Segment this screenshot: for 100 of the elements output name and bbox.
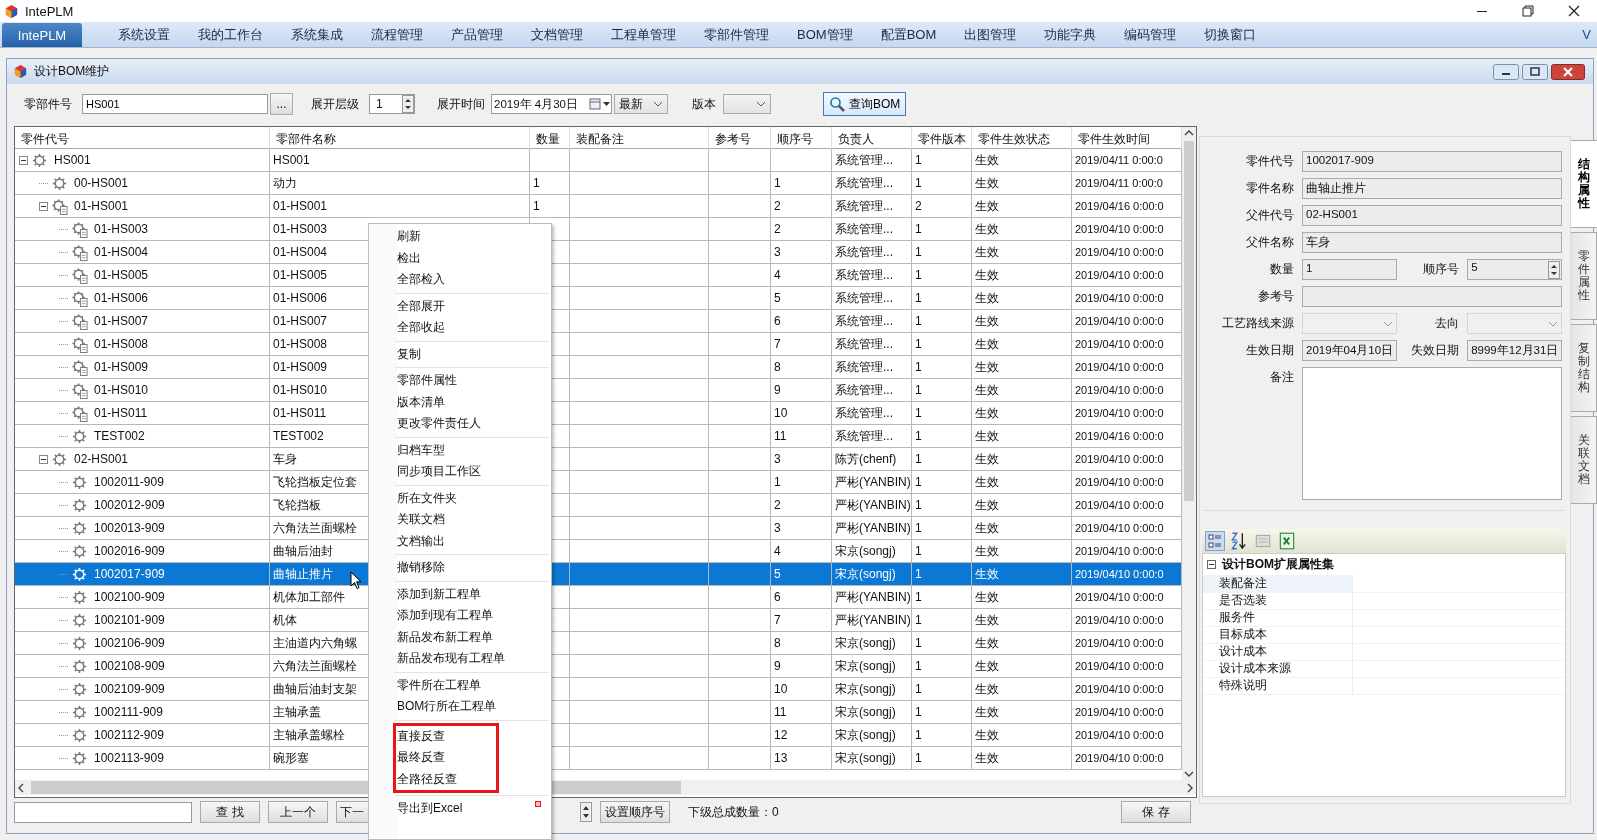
menu-tab[interactable]: IntePLM — [2, 23, 82, 47]
menu-tab[interactable]: 功能字典 — [1030, 22, 1111, 47]
side-tab[interactable]: 零件属性 — [1571, 232, 1597, 320]
gear-document-icon — [51, 197, 68, 215]
subassembly-count: 下级总成数量：0 — [688, 803, 779, 821]
gear-icon — [71, 473, 88, 491]
window-title: 设计BOM维护 — [34, 63, 110, 80]
table-row[interactable]: HS001 HS001 系统管理... 1 生效 2019/04/11 0:00:0 — [15, 149, 1182, 172]
gear-icon — [71, 657, 88, 675]
part-code: 1002100-909 — [94, 590, 165, 604]
scrollbar-thumb[interactable] — [1184, 141, 1194, 501]
part-number-field[interactable]: HS001 — [82, 94, 268, 114]
part-code: 01-HS010 — [94, 383, 149, 397]
part-code: 01-HS001 — [74, 199, 129, 213]
caret-icon — [756, 101, 766, 107]
menu-tab[interactable]: 工程单管理 — [597, 22, 690, 47]
menu-tab[interactable]: 编码管理 — [1110, 22, 1191, 47]
spin-arrows-icon[interactable] — [402, 95, 414, 113]
field-label: 零件名称 — [1245, 180, 1294, 197]
calendar-icon[interactable] — [589, 97, 611, 111]
app-logo-icon — [13, 64, 28, 79]
side-tab[interactable]: 结构属性 — [1571, 140, 1597, 228]
field-label: 零件代号 — [1245, 153, 1294, 170]
property-name: 装配备注 — [1203, 575, 1353, 593]
part-code: 1002113-909 — [94, 751, 164, 765]
text-field[interactable]: 8999年12月31日 — [1467, 340, 1563, 361]
gear-icon — [71, 749, 88, 767]
menu-tab[interactable]: 流程管理 — [357, 22, 437, 47]
gear-document-icon — [71, 404, 88, 422]
menu-tab[interactable]: 文档管理 — [517, 22, 597, 47]
menu-tab[interactable]: BOM管理 — [783, 22, 867, 47]
gear-icon — [71, 634, 88, 652]
previous-button[interactable]: 上一个 — [268, 801, 328, 823]
gear-document-icon — [71, 289, 88, 307]
menu-tab[interactable]: 配置BOM — [866, 22, 951, 47]
collapse-toggle[interactable] — [19, 155, 28, 165]
table-cell: 1 — [912, 747, 972, 770]
part-code: 1002108-909 — [94, 659, 165, 673]
set-order-button[interactable]: 设置顺序号 — [600, 801, 670, 823]
spreadsheet-icon[interactable] — [1277, 531, 1297, 551]
field-label: 参考号 — [1257, 288, 1294, 305]
query-button[interactable]: 查询BOM — [823, 92, 907, 116]
field-label: 去向 — [1434, 315, 1460, 332]
field-label: 工艺路线来源 — [1221, 315, 1294, 332]
table-cell: 13 — [771, 747, 832, 770]
menu-tab[interactable]: 系统设置 — [104, 22, 184, 47]
side-tab[interactable]: 关联文档 — [1571, 416, 1597, 504]
table-row[interactable]: 00-HS001 动力 1 1 系统管理... 1 生效 2019/04/11 0:00:0 — [15, 172, 1182, 195]
table-row[interactable]: 01-HS001 01-HS001 1 2 系统管理... 2 生效 2019/04/16 0:00:0 — [15, 195, 1182, 218]
field-label: 生效日期 — [1245, 342, 1294, 359]
table-cell: 生效 — [972, 747, 1072, 770]
find-button[interactable]: 查 找 — [200, 801, 260, 823]
gear-document-icon — [71, 220, 88, 238]
browse-button[interactable]: ... — [270, 93, 293, 115]
property-row[interactable]: 装配备注 — [1203, 575, 1566, 592]
menu-tab[interactable]: 产品管理 — [437, 22, 517, 47]
menu-tab[interactable]: 出图管理 — [950, 22, 1031, 47]
close-icon[interactable] — [1551, 63, 1585, 80]
menu-toggle[interactable]: V — [1582, 27, 1591, 42]
part-code: 1002016-909 — [94, 544, 165, 558]
text-field[interactable]: 1 — [1302, 259, 1398, 280]
menu-item[interactable]: 最终反查 — [396, 747, 496, 769]
part-code: 1002012-909 — [94, 498, 165, 512]
gear-icon — [71, 542, 88, 560]
text-field[interactable] — [1302, 286, 1563, 307]
text-field[interactable]: 02-HS001 — [1302, 205, 1563, 226]
spin-arrows-icon[interactable] — [580, 802, 592, 822]
text-field[interactable]: 2019年04月10日 — [1302, 340, 1398, 361]
field-label: 数量 — [1269, 261, 1294, 278]
part-code: 01-HS006 — [94, 291, 149, 305]
menu-tab[interactable]: 我的工作台 — [184, 22, 277, 47]
mode-dropdown[interactable]: 最新 — [614, 94, 668, 114]
part-code: 1002017-909 — [94, 567, 165, 581]
collapse-toggle[interactable] — [1207, 560, 1216, 569]
caret-icon — [1548, 320, 1559, 327]
gear-icon — [51, 450, 68, 468]
text-field[interactable]: 1002017-909 — [1302, 151, 1563, 172]
restore-icon[interactable] — [1522, 63, 1548, 80]
gear-document-icon — [71, 358, 88, 376]
menu-tab[interactable]: 切换窗口 — [1190, 22, 1271, 47]
collapse-toggle[interactable] — [39, 201, 48, 211]
date-field[interactable]: 2019年 4月30日 — [491, 94, 612, 114]
spin-arrows-icon[interactable] — [1548, 261, 1561, 279]
part-code: 02-HS001 — [74, 452, 129, 466]
level-spinner[interactable]: 1 — [369, 94, 415, 114]
menu-item[interactable]: 全路径反查 — [396, 768, 496, 790]
side-tab[interactable]: 复制结构 — [1571, 324, 1597, 412]
text-field[interactable]: 曲轴止推片 — [1302, 178, 1563, 199]
field-label: 失效日期 — [1410, 342, 1460, 359]
save-button[interactable]: 保 存 — [1121, 801, 1191, 823]
minimize-icon[interactable] — [1493, 63, 1519, 80]
remarks-field[interactable] — [1302, 367, 1563, 500]
menu-item[interactable]: 直接反查 — [396, 725, 496, 747]
search-field[interactable] — [14, 801, 192, 823]
text-field[interactable]: 车身 — [1302, 232, 1563, 253]
part-code: 01-HS009 — [94, 360, 149, 374]
menu-tab[interactable]: 零部件管理 — [690, 22, 783, 47]
menu-tab[interactable]: 系统集成 — [277, 22, 357, 47]
collapse-toggle[interactable] — [39, 454, 48, 464]
order-spinner[interactable]: 5 — [1467, 259, 1563, 280]
